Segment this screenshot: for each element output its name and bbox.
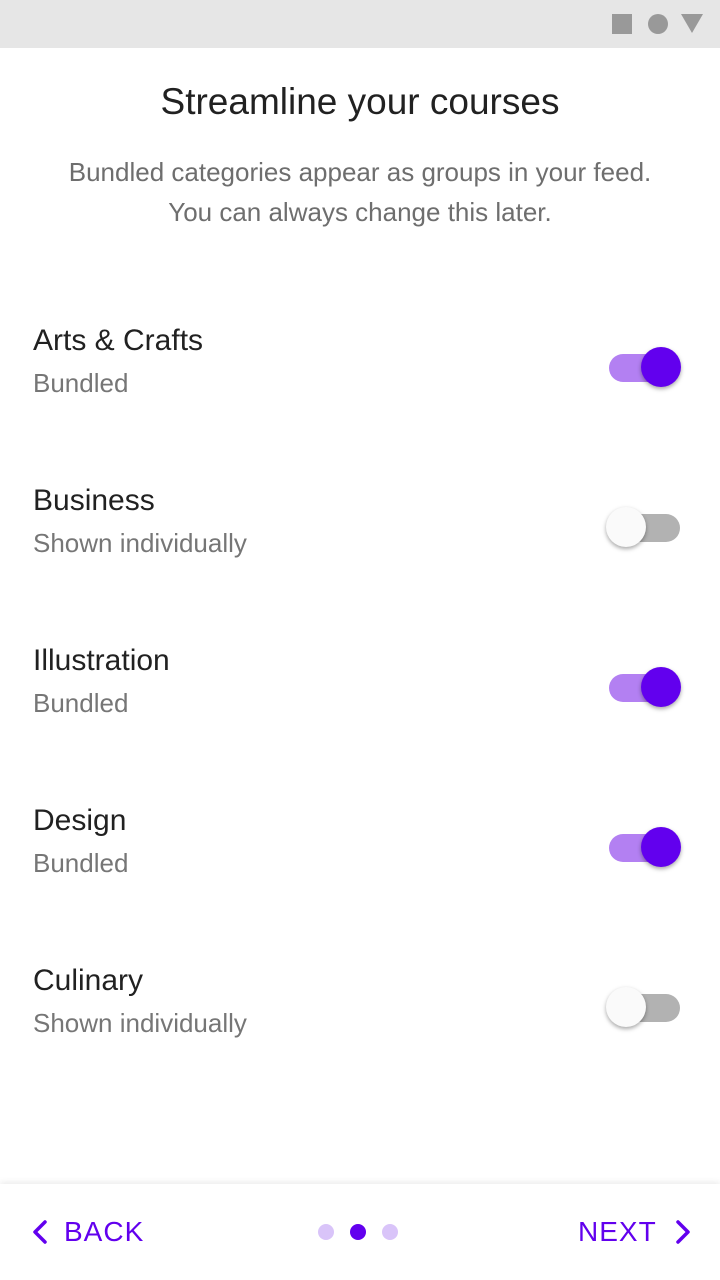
category-row-illustration: Illustration Bundled — [0, 608, 720, 768]
bottom-navigation-bar: BACK NEXT — [0, 1184, 720, 1280]
bundle-toggle-business[interactable] — [604, 506, 684, 550]
page-dot — [382, 1224, 398, 1240]
page-subtitle: Bundled categories appear as groups in y… — [20, 152, 700, 232]
category-row-culinary: Culinary Shown individually — [0, 928, 720, 1088]
square-icon — [612, 14, 632, 34]
bundle-toggle-arts-crafts[interactable] — [604, 346, 684, 390]
toggle-thumb — [641, 827, 681, 867]
toggle-thumb — [606, 987, 646, 1027]
toggle-thumb — [641, 667, 681, 707]
chevron-right-icon — [675, 1220, 690, 1244]
page-dot — [350, 1224, 366, 1240]
category-status: Bundled — [33, 368, 129, 398]
category-row-business: Business Shown individually — [0, 448, 720, 608]
category-list: Arts & Crafts Bundled Business Shown ind… — [0, 288, 720, 1088]
toggle-thumb — [641, 347, 681, 387]
page-dot — [318, 1224, 334, 1240]
category-row-arts-crafts: Arts & Crafts Bundled — [0, 288, 720, 448]
back-button[interactable]: BACK — [28, 1184, 144, 1280]
status-bar — [0, 0, 720, 48]
category-name: Business — [33, 484, 155, 517]
bundle-toggle-culinary[interactable] — [604, 986, 684, 1030]
category-name: Culinary — [33, 964, 144, 997]
category-name: Design — [33, 804, 127, 837]
category-status: Shown individually — [33, 1008, 247, 1038]
category-name: Illustration — [33, 644, 170, 677]
category-row-design: Design Bundled — [0, 768, 720, 928]
back-button-label: BACK — [64, 1216, 145, 1247]
category-status: Shown individually — [33, 528, 247, 558]
category-status: Bundled — [33, 848, 129, 878]
subtitle-line-1: Bundled categories appear as groups in y… — [68, 157, 652, 187]
next-button-label: NEXT — [578, 1216, 657, 1247]
page-title: Streamline your courses — [160, 81, 560, 122]
next-button[interactable]: NEXT — [578, 1184, 695, 1280]
triangle-icon — [681, 14, 703, 33]
category-name: Arts & Crafts — [33, 324, 204, 357]
toggle-thumb — [606, 507, 646, 547]
chevron-left-icon — [33, 1220, 47, 1244]
bundle-toggle-illustration[interactable] — [604, 666, 684, 710]
subtitle-line-2: You can always change this later. — [168, 197, 552, 227]
page-indicator — [318, 1224, 398, 1240]
bundle-toggle-design[interactable] — [604, 826, 684, 870]
category-status: Bundled — [33, 688, 129, 718]
circle-icon — [648, 14, 668, 34]
